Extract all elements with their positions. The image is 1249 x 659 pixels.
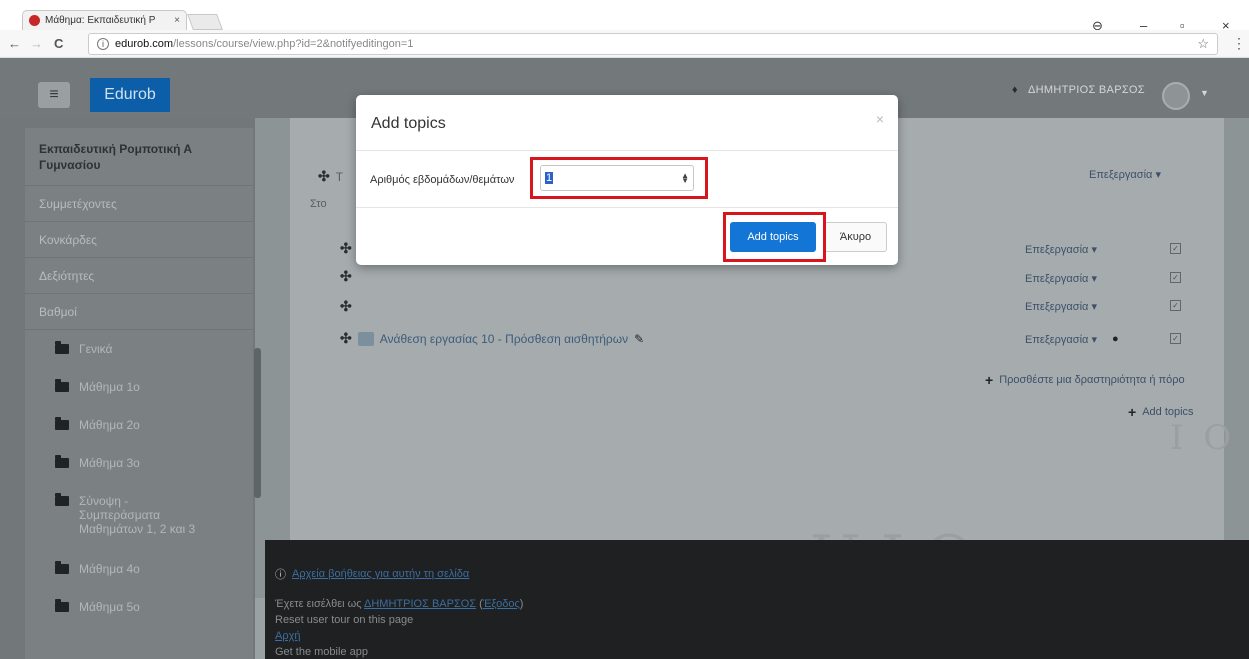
- drawer-item-competencies[interactable]: Δεξιότητες: [25, 258, 253, 294]
- activity-row-4: ✣ Ανάθεση εργασίας 10 - Πρόσθεση αισθητή…: [340, 330, 644, 347]
- folder-icon: [55, 417, 69, 430]
- edit-menu-3[interactable]: Επεξεργασία ▾: [1025, 300, 1097, 313]
- edit-menu-1[interactable]: Επεξεργασία ▾: [1025, 243, 1097, 256]
- activity-row-3: ✣: [340, 298, 352, 315]
- section-summary-fragment: Στο: [310, 198, 327, 210]
- folder-icon: [55, 455, 69, 468]
- input-highlight-box: [530, 157, 708, 199]
- url-host: edurob.com: [115, 38, 174, 50]
- checkbox-icon[interactable]: ✓: [1170, 300, 1181, 311]
- plus-icon: +: [1128, 404, 1137, 420]
- drawer-folder-lesson-4[interactable]: Μάθημα 4ο: [25, 561, 253, 576]
- info-icon: ⓘ: [275, 569, 286, 581]
- button-highlight-box: [723, 212, 826, 262]
- activity-row-2: ✣: [340, 268, 352, 285]
- footer-user-link[interactable]: ΔΗΜΗΤΡΙΟΣ ΒΑΡΣΟΣ: [364, 598, 476, 610]
- help-docs-link[interactable]: Αρχεία βοήθειας για αυτήν τη σελίδα: [292, 568, 469, 580]
- topics-count-label: Αριθμός εβδομάδων/θεμάτων: [370, 174, 515, 186]
- drawer-folder-lesson-1[interactable]: Μάθημα 1ο: [25, 379, 253, 394]
- section-title-fragment: Τ: [335, 169, 344, 184]
- drawer-course-title[interactable]: Εκπαιδευτική Ρομποτική Α Γυμνασίου: [25, 128, 253, 186]
- folder-icon: [55, 341, 69, 354]
- checkbox-icon[interactable]: ✓: [1170, 243, 1181, 254]
- document-caption-fragment: [0, 0, 1249, 8]
- assignment-icon: [357, 331, 374, 346]
- edit-menu-2[interactable]: Επεξεργασία ▾: [1025, 272, 1097, 285]
- drawer-folder-lesson-5[interactable]: Μάθημα 5ο: [25, 599, 253, 614]
- browser-toolbar: ← → C i edurob.com/lessons/course/view.p…: [0, 30, 1249, 58]
- nav-drawer-panel: Εκπαιδευτική Ρομποτική Α Γυμνασίου Συμμε…: [25, 128, 253, 659]
- activity-row-1: ✣: [340, 240, 352, 257]
- move-icon[interactable]: ✣: [318, 168, 330, 185]
- moodle-favicon-icon: [29, 15, 40, 26]
- reset-tour-link[interactable]: Reset user tour on this page: [275, 614, 413, 626]
- edit-menu-section[interactable]: Επεξεργασία ▾: [1089, 168, 1161, 181]
- move-icon[interactable]: ✣: [340, 268, 352, 285]
- checkbox-icon[interactable]: ✓: [1170, 333, 1181, 344]
- browser-tab-strip: Μάθημα: Εκπαιδευτική Ρ × ⊖ – ▫ ×: [0, 8, 1249, 33]
- browser-menu-icon[interactable]: ⋮: [1232, 35, 1246, 52]
- footer-help: ⓘ Αρχεία βοήθειας για αυτήν τη σελίδα: [275, 566, 469, 582]
- browser-tab[interactable]: Μάθημα: Εκπαιδευτική Ρ ×: [22, 10, 187, 30]
- tab-close-icon[interactable]: ×: [174, 15, 180, 26]
- plus-icon: +: [985, 372, 994, 388]
- avatar[interactable]: [1162, 82, 1190, 110]
- move-icon[interactable]: ✣: [340, 330, 352, 347]
- edit-menu-4[interactable]: Επεξεργασία ▾: [1025, 333, 1097, 346]
- user-menu-caret-icon[interactable]: ▼: [1200, 88, 1209, 98]
- group-mode-person-icon[interactable]: ●: [1112, 333, 1119, 345]
- site-info-icon[interactable]: i: [97, 38, 109, 50]
- edit-title-pencil-icon[interactable]: ✎: [634, 332, 644, 346]
- mobile-app-link[interactable]: Get the mobile app: [275, 646, 368, 658]
- folder-icon: [55, 599, 69, 612]
- bookmark-star-icon[interactable]: ☆: [1197, 36, 1209, 52]
- drawer-folder-general[interactable]: Γενικά: [25, 341, 253, 356]
- footer-logged-in: Έχετε εισέλθει ως ΔΗΜΗΤΡΙΟΣ ΒΑΡΣΟΣ (Έξοδ…: [275, 598, 524, 610]
- cancel-button[interactable]: Άκυρο: [824, 222, 887, 252]
- drawer-folder-summary[interactable]: Σύνοψη - Συμπεράσματα Μαθημάτων 1, 2 και…: [25, 493, 225, 536]
- section-header-row: ✣ Τ: [318, 168, 343, 185]
- reload-icon[interactable]: C: [54, 36, 63, 51]
- drawer-scrollbar[interactable]: [254, 348, 261, 498]
- bell-icon[interactable]: ♦: [1012, 84, 1018, 96]
- add-topics-link[interactable]: + Add topics: [1128, 404, 1194, 420]
- drawer-item-participants[interactable]: Συμμετέχοντες: [25, 186, 253, 222]
- url-path: /lessons/course/view.php?id=2&notifyedit…: [173, 38, 414, 50]
- new-tab-button[interactable]: [187, 14, 223, 30]
- background-watermark-right: IO: [1170, 418, 1249, 458]
- folder-icon: [55, 493, 69, 506]
- move-icon[interactable]: ✣: [340, 240, 352, 257]
- dialog-title: Add topics: [371, 115, 446, 132]
- drawer-folder-lesson-3[interactable]: Μάθημα 3ο: [25, 455, 253, 470]
- nav-drawer: Εκπαιδευτική Ρομποτική Α Γυμνασίου Συμμε…: [0, 118, 261, 659]
- home-link[interactable]: Αρχή: [275, 630, 301, 642]
- activity-link[interactable]: Ανάθεση εργασίας 10 - Πρόσθεση αισθητήρω…: [380, 332, 628, 346]
- drawer-item-badges[interactable]: Κονκάρδες: [25, 222, 253, 258]
- user-name[interactable]: ΔΗΜΗΤΡΙΟΣ ΒΑΡΣΟΣ: [1028, 84, 1145, 96]
- move-icon[interactable]: ✣: [340, 298, 352, 315]
- browser-tab-title: Μάθημα: Εκπαιδευτική Ρ: [45, 15, 156, 26]
- logout-link[interactable]: Έξοδος: [483, 598, 520, 610]
- add-activity-link[interactable]: + Προσθέστε μια δραστηριότητα ή πόρο: [985, 372, 1185, 388]
- checkbox-icon[interactable]: ✓: [1170, 272, 1181, 283]
- page-footer: ⓘ Αρχεία βοήθειας για αυτήν τη σελίδα Έχ…: [265, 540, 1249, 659]
- dialog-close-icon[interactable]: ×: [876, 111, 884, 127]
- folder-icon: [55, 561, 69, 574]
- address-bar[interactable]: i edurob.com/lessons/course/view.php?id=…: [88, 33, 1218, 55]
- drawer-item-grades[interactable]: Βαθμοί: [25, 294, 253, 330]
- folder-icon: [55, 379, 69, 392]
- back-arrow-icon[interactable]: ←: [8, 36, 21, 51]
- dialog-header: Add topics ×: [356, 95, 898, 151]
- site-brand-button[interactable]: Edurob: [90, 78, 170, 112]
- drawer-folder-lesson-2[interactable]: Μάθημα 2ο: [25, 417, 253, 432]
- forward-arrow-icon[interactable]: →: [30, 36, 43, 51]
- hamburger-menu-icon[interactable]: ≡: [38, 82, 70, 108]
- dialog-divider: [356, 207, 898, 208]
